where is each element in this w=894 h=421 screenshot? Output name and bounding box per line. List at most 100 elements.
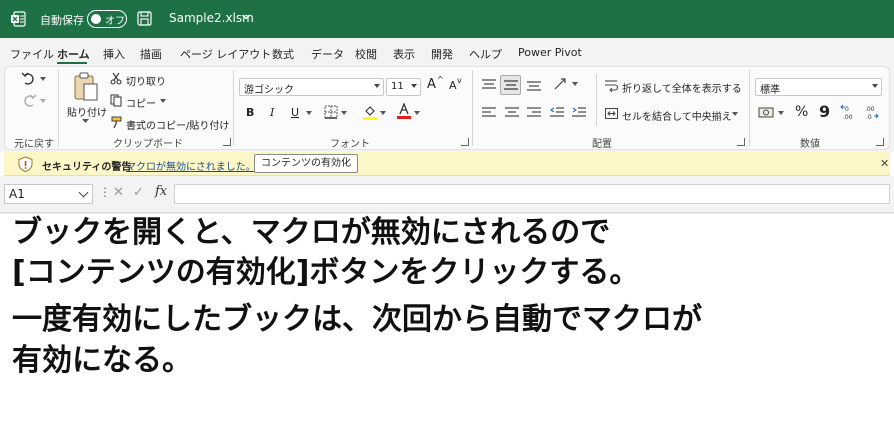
paste-icon[interactable] (72, 72, 100, 102)
clipboard-launcher-icon[interactable] (223, 138, 231, 146)
svg-text:.0: .0 (866, 114, 872, 121)
copy-button[interactable]: コピー (126, 95, 156, 110)
shrink-font-button[interactable]: A (449, 79, 457, 92)
redo-dropdown-icon[interactable] (40, 99, 46, 104)
align-center-icon[interactable] (505, 107, 519, 119)
tab-draw[interactable]: 描画 (140, 46, 162, 62)
autosave-state: オフ (105, 16, 125, 27)
confirm-entry-icon[interactable]: ✓ (133, 185, 144, 200)
autosave-toggle[interactable]: オフ (87, 10, 127, 28)
redo-icon[interactable] (20, 94, 38, 108)
alignment-group-label: 配置 (592, 139, 612, 150)
increase-indent-icon[interactable] (572, 107, 586, 119)
shield-warning-icon (18, 156, 33, 172)
grow-font-button[interactable]: A (427, 77, 436, 92)
align-right-icon[interactable] (527, 107, 541, 119)
orientation-icon[interactable] (553, 77, 569, 91)
more-options-icon[interactable]: ⋮ (99, 185, 111, 199)
autosave-label: 自動保存 (40, 14, 84, 27)
wrap-text-icon[interactable] (605, 79, 618, 92)
chevron-down-icon[interactable] (241, 12, 251, 22)
cancel-entry-icon[interactable]: ✕ (113, 185, 124, 200)
clipboard-group-label: クリップボード (113, 139, 183, 150)
alignment-launcher-icon[interactable] (737, 138, 745, 146)
align-middle-icon (504, 80, 518, 90)
tab-review[interactable]: 校閲 (355, 46, 377, 62)
decrease-indent-icon[interactable] (550, 107, 564, 119)
caption-line-4: 有効になる。 (12, 343, 192, 378)
tab-home[interactable]: ホーム (57, 46, 90, 62)
font-color-dropdown-icon[interactable] (414, 111, 420, 116)
excel-window: 自動保存 オフ Sample2.xlsm ファイル ホーム 挿入 描画 ページ … (0, 0, 894, 421)
tab-help[interactable]: ヘルプ (469, 46, 502, 62)
accounting-dropdown-icon[interactable] (778, 111, 784, 116)
group-separator (749, 70, 750, 146)
comma-style-button[interactable]: 9 (819, 102, 830, 121)
font-size-select[interactable]: 11 (386, 78, 421, 96)
svg-text:.00: .00 (843, 114, 853, 121)
percent-style-button[interactable]: % (795, 104, 808, 120)
font-name-value: 游ゴシック (244, 85, 294, 96)
scissors-icon[interactable] (110, 72, 122, 85)
italic-button[interactable]: I (270, 106, 274, 119)
merge-dropdown-icon[interactable] (732, 112, 738, 117)
font-group-label: フォント (330, 139, 370, 150)
caption-line-3: 一度有効にしたブックは、次回から自動でマクロが (12, 302, 702, 337)
tab-formulas[interactable]: 数式 (272, 46, 294, 62)
undo-icon[interactable] (20, 72, 38, 86)
security-warning-title: セキュリティの警告 (42, 162, 132, 173)
fill-color-dropdown-icon[interactable] (380, 111, 386, 116)
align-middle-button[interactable] (500, 75, 521, 95)
underline-dropdown-icon[interactable] (306, 111, 312, 116)
tab-page-layout[interactable]: ページ レイアウト (180, 46, 271, 62)
title-bar: 自動保存 オフ Sample2.xlsm (0, 0, 894, 38)
chevron-down-icon[interactable] (78, 187, 89, 198)
tab-file[interactable]: ファイル (10, 46, 54, 62)
paste-dropdown-icon[interactable] (82, 119, 89, 124)
formula-input[interactable] (174, 184, 890, 204)
font-color-icon[interactable] (397, 103, 411, 120)
tab-power-pivot[interactable]: Power Pivot (518, 46, 582, 59)
bold-button[interactable]: B (246, 106, 254, 119)
decrease-decimal-icon[interactable]: .00.0 (864, 103, 880, 121)
format-painter-icon[interactable] (110, 116, 123, 129)
cut-button[interactable]: 切り取り (126, 73, 166, 88)
increase-decimal-icon[interactable]: 0.00 (840, 103, 856, 121)
copy-dropdown-icon[interactable] (160, 99, 166, 104)
tab-view[interactable]: 表示 (393, 46, 415, 62)
undo-group-label: 元に戻す (14, 139, 54, 150)
macros-disabled-link[interactable]: マクロが無効にされました。 (126, 158, 256, 173)
font-size-value: 11 (391, 81, 404, 92)
number-format-select[interactable]: 標準 (755, 78, 882, 96)
undo-dropdown-icon[interactable] (40, 77, 46, 82)
paste-button[interactable]: 貼り付け (67, 104, 107, 119)
enable-content-button[interactable]: コンテンツの有効化 (254, 154, 358, 173)
tab-developer[interactable]: 開発 (431, 46, 453, 62)
borders-dropdown-icon[interactable] (341, 111, 347, 116)
number-launcher-icon[interactable] (876, 138, 884, 146)
tab-data[interactable]: データ (311, 46, 344, 62)
align-left-icon[interactable] (482, 107, 496, 119)
tab-insert[interactable]: 挿入 (103, 46, 125, 62)
orientation-dropdown-icon[interactable] (572, 82, 578, 87)
fill-color-icon[interactable] (363, 104, 377, 120)
format-painter-button[interactable]: 書式のコピー/貼り付け (126, 117, 229, 132)
name-box[interactable]: A1 (4, 184, 93, 204)
accounting-format-icon[interactable] (758, 106, 774, 120)
font-name-select[interactable]: 游ゴシック (239, 78, 384, 96)
align-top-icon[interactable] (482, 79, 496, 91)
underline-button[interactable]: U (291, 106, 299, 119)
merge-center-button[interactable]: セルを結合して中央揃え (622, 108, 732, 123)
font-launcher-icon[interactable] (461, 138, 469, 146)
svg-text:0: 0 (845, 106, 849, 113)
copy-icon[interactable] (110, 94, 122, 107)
align-bottom-icon[interactable] (527, 79, 541, 91)
save-icon[interactable] (137, 11, 152, 26)
number-format-value: 標準 (760, 85, 780, 96)
borders-icon[interactable] (324, 105, 338, 119)
close-icon[interactable]: ✕ (880, 157, 889, 170)
wrap-text-button[interactable]: 折り返して全体を表示する (622, 80, 742, 95)
merge-center-icon[interactable] (605, 107, 618, 120)
insert-function-button[interactable]: fx (155, 184, 167, 199)
security-warning-bar: セキュリティの警告 マクロが無効にされました。 コンテンツの有効化 ✕ (4, 152, 890, 176)
